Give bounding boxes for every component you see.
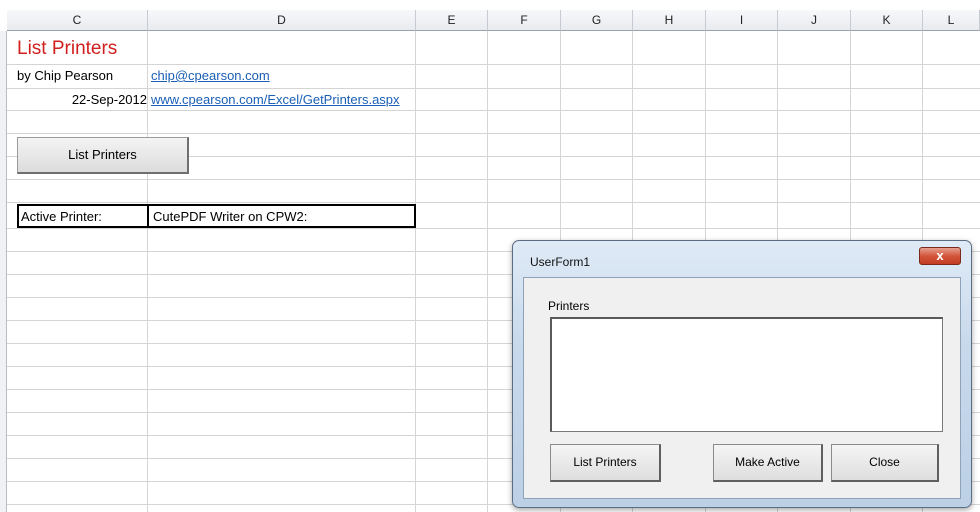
grid-row-line [7, 88, 980, 89]
column-header-c[interactable]: C [7, 10, 148, 31]
grid-row-line [7, 228, 980, 229]
grid-row-line [7, 202, 980, 203]
sheet-list-printers-button[interactable]: List Printers [17, 137, 189, 174]
printers-label: Printers [548, 299, 590, 313]
row-header-edge [0, 31, 7, 512]
email-link[interactable]: chip@cpearson.com [151, 68, 270, 83]
date-cell: 22-Sep-2012 [71, 92, 147, 107]
dialog-list-printers-button[interactable]: List Printers [550, 444, 661, 482]
close-button[interactable]: Close [831, 444, 939, 482]
grid-col-line [415, 31, 416, 512]
active-printer-value: CutePDF Writer on CPW2: [153, 209, 308, 224]
make-active-button[interactable]: Make Active [713, 444, 823, 482]
close-icon[interactable]: x [919, 247, 961, 265]
grid-col-line [487, 31, 488, 512]
column-header-k[interactable]: K [851, 10, 923, 31]
column-header-j[interactable]: J [778, 10, 851, 31]
active-printer-divider [147, 204, 149, 228]
grid-row-line [7, 64, 980, 65]
grid-row-line [7, 110, 980, 111]
author-cell: by Chip Pearson [17, 68, 114, 83]
column-header-d[interactable]: D [148, 10, 416, 31]
column-header-h[interactable]: H [633, 10, 706, 31]
printers-listbox[interactable] [550, 317, 943, 432]
userform-dialog[interactable]: UserForm1 x Printers List Printers Make … [512, 240, 972, 508]
dialog-title: UserForm1 [530, 255, 591, 269]
grid-row-line [7, 133, 980, 134]
sheet-title: List Printers [17, 38, 118, 59]
column-header-g[interactable]: G [561, 10, 633, 31]
grid-row-line [7, 179, 980, 180]
column-header-i[interactable]: I [706, 10, 778, 31]
top-strip [0, 0, 980, 10]
active-printer-label: Active Printer: [21, 209, 102, 224]
column-header-l[interactable]: L [923, 10, 980, 31]
column-header-e[interactable]: E [416, 10, 488, 31]
column-header-f[interactable]: F [488, 10, 561, 31]
grid-col-line [147, 31, 148, 512]
url-link[interactable]: www.cpearson.com/Excel/GetPrinters.aspx [151, 92, 400, 107]
